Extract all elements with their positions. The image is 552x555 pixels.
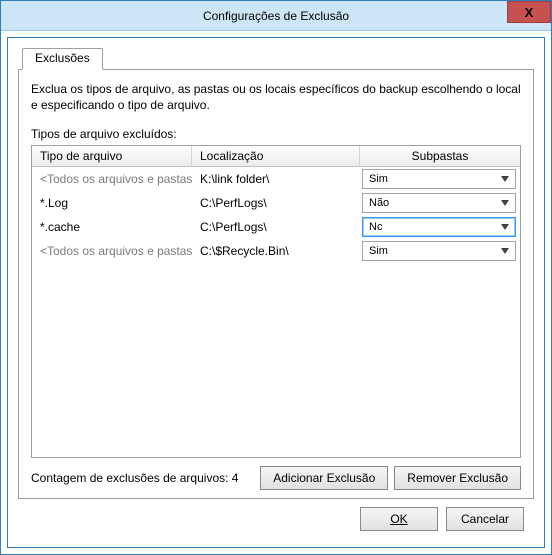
- cell-location[interactable]: C:\PerfLogs\: [192, 196, 360, 210]
- subfolders-select[interactable]: Sim: [362, 241, 516, 261]
- grid-header: Tipo de arquivo Localização Subpastas: [32, 146, 520, 167]
- dialog-window: Configurações de Exclusão X Exclusões Ex…: [0, 0, 552, 555]
- table-row[interactable]: <Todos os arquivos e pastas>K:\link fold…: [32, 167, 520, 191]
- subfolders-select[interactable]: Não: [362, 193, 516, 213]
- table-row[interactable]: *.cacheC:\PerfLogs\ Nc: [32, 215, 520, 239]
- cell-subfolders: Sim: [360, 169, 520, 189]
- cancel-button[interactable]: Cancelar: [446, 507, 524, 531]
- col-header-type[interactable]: Tipo de arquivo: [32, 146, 192, 166]
- button-label: Remover Exclusão: [407, 471, 508, 485]
- cell-file-type[interactable]: <Todos os arquivos e pastas>: [32, 244, 192, 258]
- col-header-subfolders[interactable]: Subpastas: [360, 146, 520, 166]
- chevron-down-icon: [497, 224, 513, 230]
- select-value: Sim: [369, 245, 388, 257]
- cell-file-type[interactable]: *.cache: [32, 220, 192, 234]
- chevron-down-icon: [497, 176, 513, 182]
- button-label-rest: K: [400, 512, 408, 526]
- col-header-location[interactable]: Localização: [192, 146, 360, 166]
- button-label: Cancelar: [461, 512, 509, 526]
- tab-exclusions[interactable]: Exclusões: [22, 48, 103, 70]
- table-row[interactable]: *.LogC:\PerfLogs\ Não: [32, 191, 520, 215]
- button-label: O: [390, 512, 399, 526]
- tab-panel-exclusions: Exclua os tipos de arquivo, as pastas ou…: [18, 69, 534, 499]
- dialog-button-row: OK Cancelar: [18, 499, 534, 541]
- panel-footer: Contagem de exclusões de arquivos: 4 Adi…: [31, 466, 521, 490]
- exclusion-grid: Tipo de arquivo Localização Subpastas <T…: [31, 145, 521, 458]
- cell-location[interactable]: C:\$Recycle.Bin\: [192, 244, 360, 258]
- panel-description: Exclua os tipos de arquivo, as pastas ou…: [31, 82, 521, 113]
- grid-body: <Todos os arquivos e pastas>K:\link fold…: [32, 167, 520, 457]
- chevron-down-icon: [497, 200, 513, 206]
- remove-exclusion-button[interactable]: Remover Exclusão: [394, 466, 521, 490]
- chevron-down-icon: [497, 248, 513, 254]
- titlebar: Configurações de Exclusão X: [1, 1, 551, 31]
- close-icon: X: [525, 5, 534, 20]
- ok-button[interactable]: OK: [360, 507, 438, 531]
- select-value: Não: [369, 197, 389, 209]
- close-button[interactable]: X: [507, 1, 551, 23]
- exclusion-count-label: Contagem de exclusões de arquivos: 4: [31, 471, 254, 485]
- tab-strip: Exclusões: [18, 48, 534, 70]
- cell-subfolders: Sim: [360, 241, 520, 261]
- cell-subfolders: Não: [360, 193, 520, 213]
- button-label: Adicionar Exclusão: [273, 471, 375, 485]
- dialog-inner: Exclusões Exclua os tipos de arquivo, as…: [7, 37, 545, 548]
- table-row[interactable]: <Todos os arquivos e pastas>C:\$Recycle.…: [32, 239, 520, 263]
- cell-file-type[interactable]: <Todos os arquivos e pastas>: [32, 172, 192, 186]
- add-exclusion-button[interactable]: Adicionar Exclusão: [260, 466, 388, 490]
- select-value: Sim: [369, 173, 388, 185]
- cell-subfolders: Nc: [360, 217, 520, 237]
- tab-label: Exclusões: [35, 51, 90, 65]
- cell-location[interactable]: C:\PerfLogs\: [192, 220, 360, 234]
- select-value: Nc: [369, 221, 382, 233]
- cell-location[interactable]: K:\link folder\: [192, 172, 360, 186]
- window-title: Configurações de Exclusão: [203, 9, 349, 23]
- subfolders-select[interactable]: Sim: [362, 169, 516, 189]
- cell-file-type[interactable]: *.Log: [32, 196, 192, 210]
- subfolders-select[interactable]: Nc: [362, 217, 516, 237]
- section-label: Tipos de arquivo excluídos:: [31, 127, 521, 141]
